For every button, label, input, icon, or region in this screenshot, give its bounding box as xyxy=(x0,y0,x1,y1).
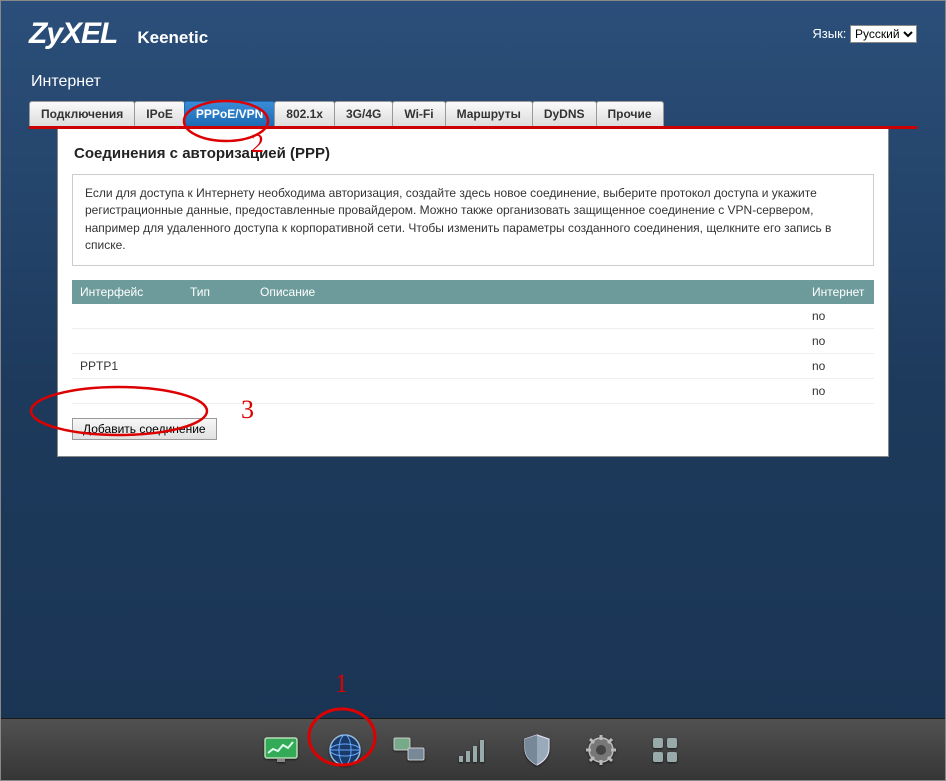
signal-icon xyxy=(457,736,489,764)
table-row[interactable]: PPTP1 no xyxy=(72,353,874,378)
language-select[interactable]: Русский xyxy=(850,25,917,43)
apps-icon xyxy=(651,736,679,764)
logo: ZyXEL xyxy=(29,17,117,51)
tab-8021x[interactable]: 802.1x xyxy=(274,101,335,126)
tab-other[interactable]: Прочие xyxy=(596,101,664,126)
language-selector: Язык: Русский xyxy=(812,25,917,43)
globe-icon xyxy=(328,733,362,767)
language-label: Язык: xyxy=(812,26,846,41)
monitor-icon xyxy=(264,737,298,763)
tab-pppoe-vpn[interactable]: PPPoE/VPN xyxy=(184,101,275,126)
nav-apps[interactable] xyxy=(637,727,693,773)
content-panel: Соединения с авторизацией (PPP) Если для… xyxy=(57,129,889,457)
col-internet: Интернет xyxy=(804,280,874,304)
tab-connections[interactable]: Подключения xyxy=(29,101,135,126)
table-row[interactable]: no xyxy=(72,328,874,353)
nav-status[interactable] xyxy=(253,727,309,773)
nav-wifi[interactable] xyxy=(445,727,501,773)
table-row[interactable]: no xyxy=(72,378,874,403)
header: ZyXEL Keenetic Язык: Русский xyxy=(1,1,945,59)
connections-table: Интерфейс Тип Описание Интернет no xyxy=(72,280,874,404)
nav-system[interactable] xyxy=(573,727,629,773)
gear-icon xyxy=(586,735,616,765)
nav-homenet[interactable] xyxy=(381,727,437,773)
tab-ipoe[interactable]: IPoE xyxy=(134,101,185,126)
tab-routes[interactable]: Маршруты xyxy=(445,101,533,126)
col-description: Описание xyxy=(252,280,804,304)
annotation-num-1: 1 xyxy=(335,669,348,699)
tab-dydns[interactable]: DyDNS xyxy=(532,101,597,126)
col-interface: Интерфейс xyxy=(72,280,182,304)
add-connection-button[interactable]: Добавить соединение xyxy=(72,418,217,440)
tab-wifi[interactable]: Wi-Fi xyxy=(392,101,445,126)
table-row[interactable]: no xyxy=(72,304,874,329)
section-title: Интернет xyxy=(1,59,945,101)
nav-internet[interactable] xyxy=(317,727,373,773)
panel-infobox: Если для доступа к Интернету необходима … xyxy=(72,174,874,266)
model-name: Keenetic xyxy=(137,20,208,48)
tabs: Подключения IPoE PPPoE/VPN 802.1x 3G/4G … xyxy=(29,101,917,126)
network-icon xyxy=(392,736,426,764)
nav-security[interactable] xyxy=(509,727,565,773)
panel-heading: Соединения с авторизацией (PPP) xyxy=(72,145,874,162)
tab-3g4g[interactable]: 3G/4G xyxy=(334,101,393,126)
shield-icon xyxy=(523,734,551,766)
col-type: Тип xyxy=(182,280,252,304)
bottom-nav xyxy=(1,718,945,780)
